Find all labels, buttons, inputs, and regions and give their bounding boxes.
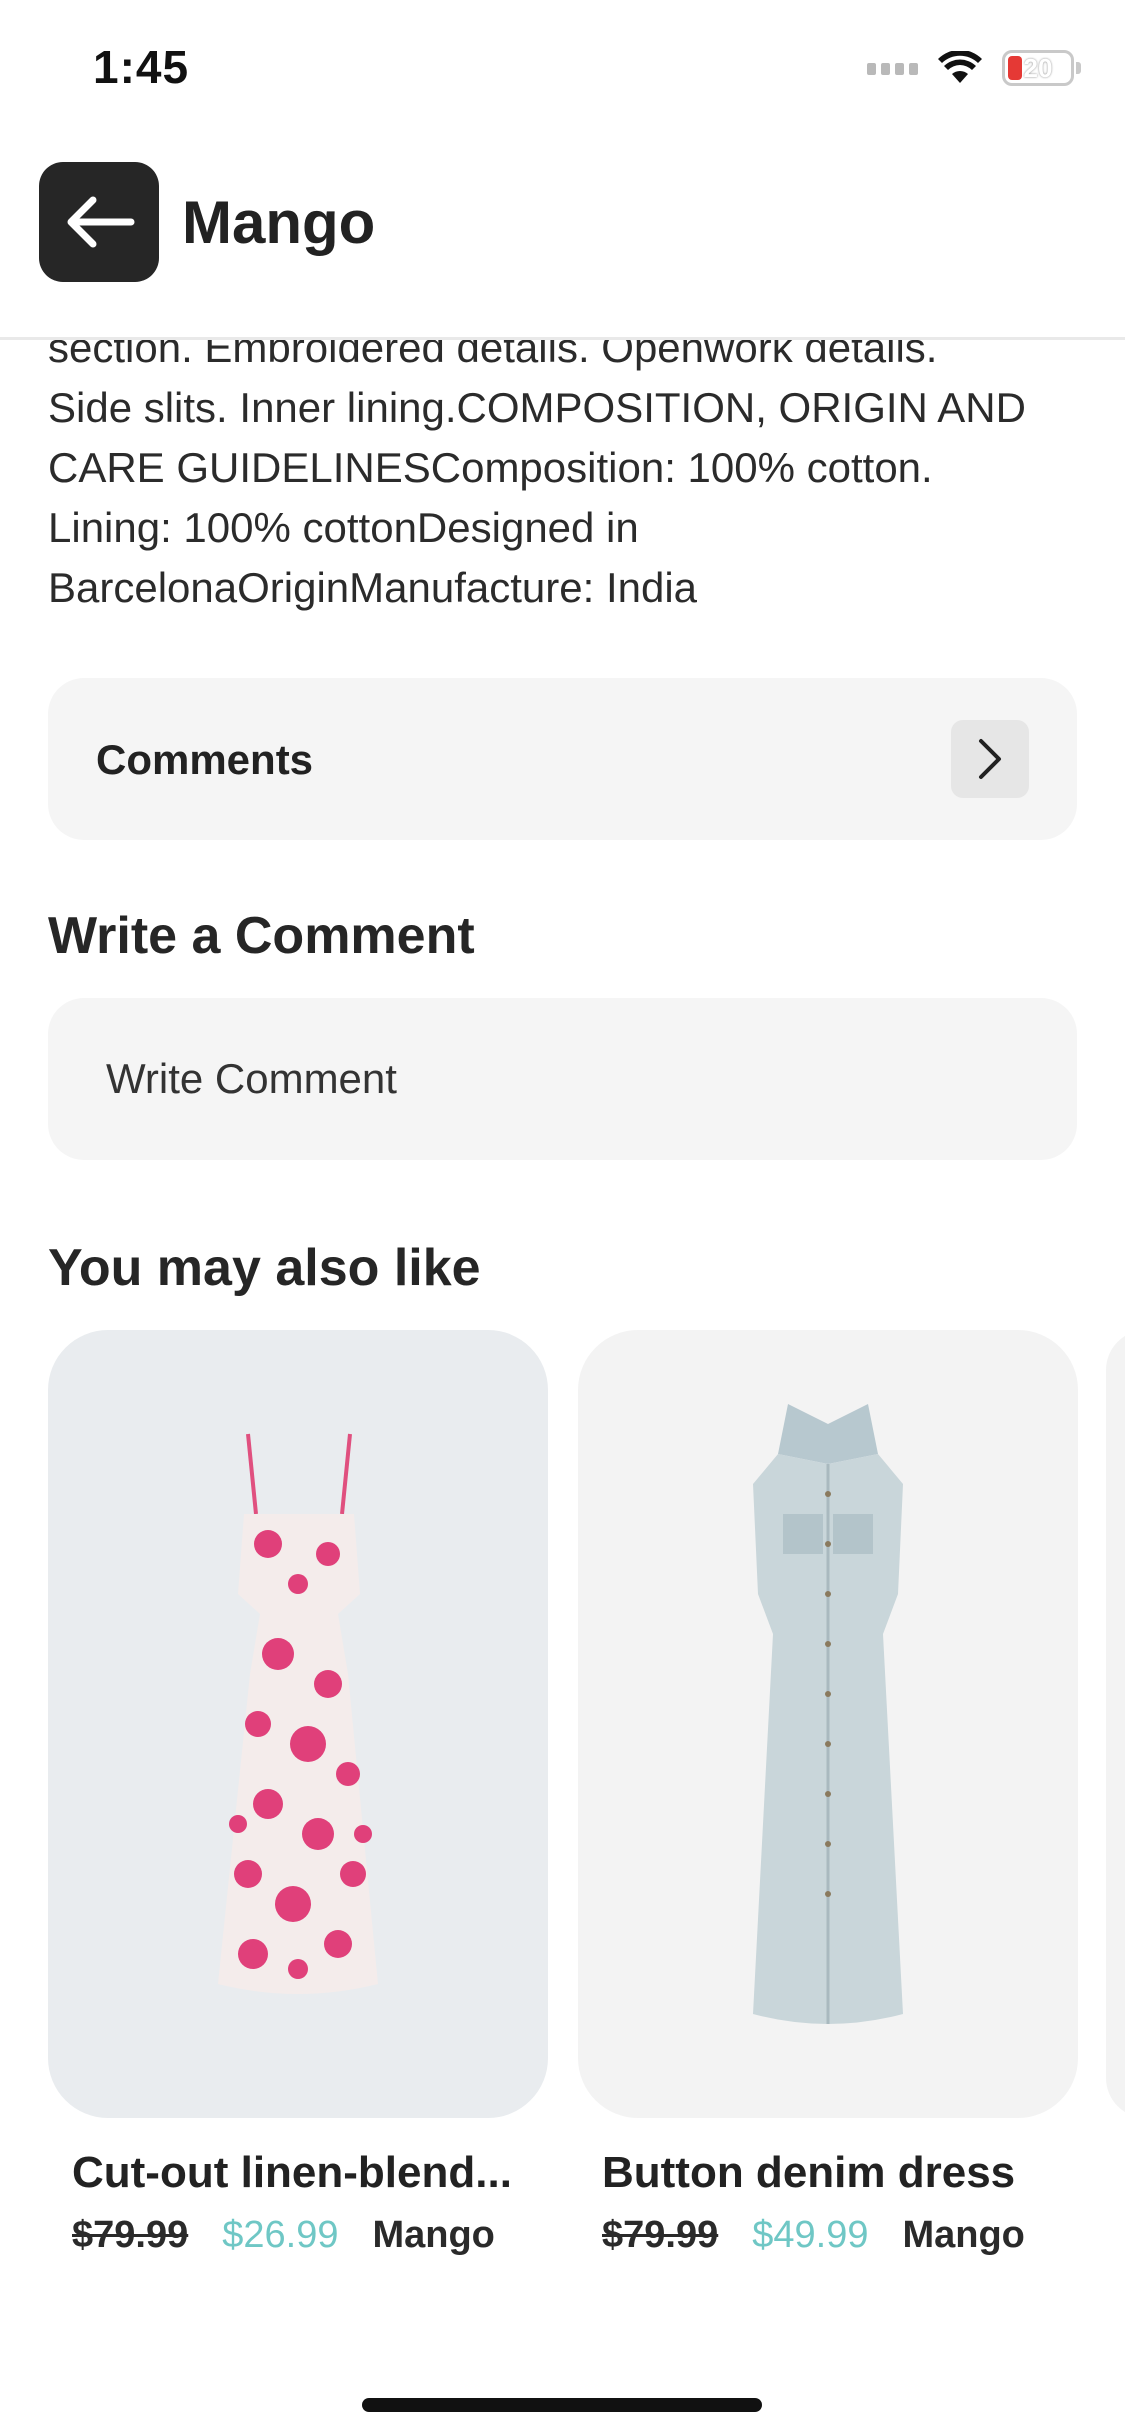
comments-chevron[interactable] [951,720,1029,798]
back-button[interactable] [39,162,159,282]
write-comment-title: Write a Comment [48,907,475,965]
denim-dress-image [753,1404,903,2024]
status-time: 1:45 [93,41,190,93]
chevron-right-icon [979,739,1001,779]
brand-label: Mango [902,2214,1025,2256]
page-title: Mango [182,189,376,256]
product-card[interactable]: Button denim dress $79.99 $49.99 Mango [578,1330,1078,2257]
price-row: $79.99 $26.99 Mango [72,2214,548,2257]
header: Mango [0,140,1125,340]
product-image[interactable] [578,1330,1078,2118]
description-line: CARE GUIDELINESComposition: 100% cotton. [48,444,933,491]
next-product-card-peek[interactable] [1106,1330,1125,2118]
status-icons: 20 [867,48,1081,88]
wifi-icon [938,51,982,83]
battery-icon: 20 [1002,50,1081,86]
product-card[interactable]: Cut-out linen-blend... $79.99 $26.99 Man… [48,1330,548,2257]
price-row: $79.99 $49.99 Mango [602,2214,1078,2257]
product-name: Button denim dress [602,2148,1016,2197]
battery-level: 20 [1023,52,1053,83]
description-line: Side slits. Inner lining.COMPOSITION, OR… [48,384,1026,431]
product-image[interactable] [48,1330,548,2118]
status-bar: 1:45 20 [0,0,1125,140]
cellular-signal-icon [867,61,918,75]
product-description: section. Embroidered details. Openwork d… [48,318,1088,618]
description-line: Lining: 100% cottonDesigned in [48,504,639,551]
product-detail-screen: 1:45 20 Mango section. Embroidered detai… [0,0,1125,2436]
sale-price: $26.99 [222,2214,339,2256]
comments-button[interactable]: Comments [48,678,1077,840]
old-price: $79.99 [602,2214,719,2256]
description-line: BarcelonaOriginManufacture: India [48,564,698,611]
comments-label: Comments [96,736,314,783]
home-indicator[interactable] [362,2398,762,2412]
floral-dress-image [218,1433,378,1994]
recommendations-title: You may also like [48,1239,481,1297]
product-name: Cut-out linen-blend... [72,2148,512,2197]
old-price: $79.99 [72,2214,189,2256]
arrow-left-icon [67,196,135,248]
sale-price: $49.99 [752,2214,869,2256]
comment-input[interactable] [48,998,1077,1160]
brand-label: Mango [372,2214,495,2256]
